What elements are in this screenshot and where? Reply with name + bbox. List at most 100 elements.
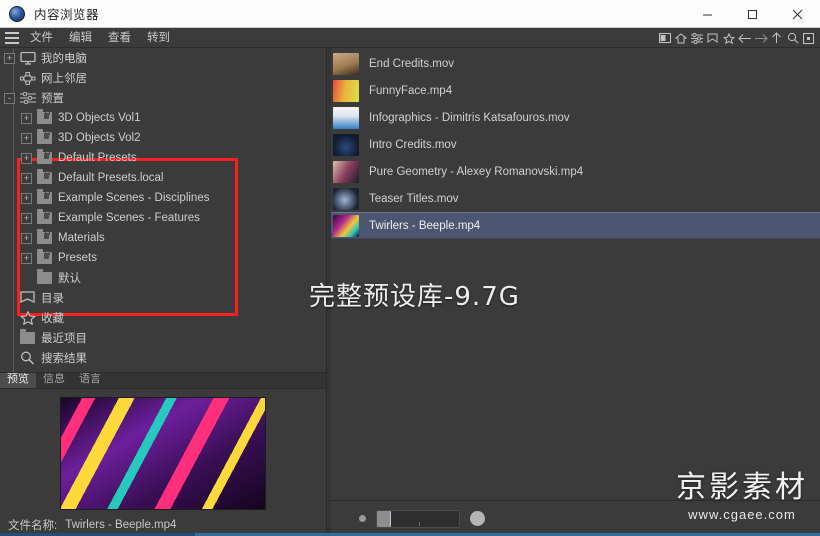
file-name: Teaser Titles.mov	[369, 192, 459, 205]
tree-item-label: 网上邻居	[41, 73, 87, 85]
preview-thumbnail	[60, 397, 266, 510]
tree-item-label: 最近项目	[41, 333, 87, 345]
file-name: Infographics - Dimitris Katsafouros.mov	[369, 111, 570, 124]
tree-item-12[interactable]: 目录	[0, 288, 326, 308]
sliders-icon	[19, 91, 36, 105]
tree-item-label: 目录	[41, 293, 64, 305]
center-box-icon[interactable]	[801, 29, 816, 47]
menu-edit[interactable]: 编辑	[61, 28, 100, 48]
tree-item-label: Example Scenes - Disciplines	[58, 192, 210, 204]
tree-expander[interactable]: +	[21, 152, 32, 164]
tree-item-label: 我的电脑	[41, 53, 87, 65]
tree-expander[interactable]: +	[21, 232, 32, 244]
tree-expander[interactable]: +	[4, 52, 15, 64]
filter-sliders-icon[interactable]	[689, 29, 704, 47]
folder-locked-icon	[36, 209, 53, 225]
watermark-main: 京影素材	[676, 470, 808, 505]
tree-item-7[interactable]: + Example Scenes - Disciplines	[0, 188, 326, 208]
file-row[interactable]: FunnyFace.mp4	[327, 77, 820, 104]
tree-item-4[interactable]: +3D Objects Vol2	[0, 128, 326, 148]
tree-leaf-connector	[4, 73, 15, 84]
menu-file[interactable]: 文件	[22, 28, 61, 48]
preview-panel: 预览 信息 语言 文件名称: Twirlers - Beeple.mp4	[0, 369, 326, 536]
tree-item-6[interactable]: + Default Presets.local	[0, 168, 326, 188]
window-title: 内容浏览器	[34, 8, 100, 22]
tree-expander[interactable]: +	[21, 172, 32, 184]
folder-tree[interactable]: + 我的电脑 网上邻居 - 预置 +3D Objects Vol1 +3D Objects …	[0, 48, 326, 373]
file-name: Pure Geometry - Alexey Romanovski.mp4	[369, 165, 584, 178]
file-row[interactable]: Teaser Titles.mov	[327, 185, 820, 212]
annotation-overlay-text: 完整预设库-9.7G	[309, 282, 520, 312]
tree-item-label: 3D Objects Vol2	[58, 132, 141, 144]
file-row[interactable]: Intro Credits.mov	[327, 131, 820, 158]
tree-leaf-connector	[4, 353, 15, 364]
close-button[interactable]	[775, 0, 820, 28]
tree-item-label: 默认	[58, 273, 81, 285]
star-icon	[19, 311, 36, 325]
menu-view[interactable]: 查看	[100, 28, 139, 48]
home-icon[interactable]	[673, 29, 688, 47]
tree-expander[interactable]: +	[21, 112, 32, 124]
file-row[interactable]: Pure Geometry - Alexey Romanovski.mp4	[327, 158, 820, 185]
tree-item-8[interactable]: + Example Scenes - Features	[0, 208, 326, 228]
tree-item-label: Presets	[58, 252, 97, 264]
filename-label: 文件名称:	[8, 520, 58, 532]
tree-expander[interactable]: -	[4, 92, 15, 104]
slider-tick	[419, 521, 420, 526]
tree-item-15[interactable]: 搜索结果	[0, 348, 326, 368]
preview-tabs[interactable]: 预览 信息 语言	[0, 369, 326, 389]
search-icon[interactable]	[785, 29, 800, 47]
tree-item-13[interactable]: 收藏	[0, 308, 326, 328]
file-row[interactable]: Infographics - Dimitris Katsafouros.mov	[327, 104, 820, 131]
title-bar: 内容浏览器	[0, 0, 820, 28]
tree-item-label: Example Scenes - Features	[58, 212, 200, 224]
folder-locked-icon	[36, 229, 53, 245]
minimize-button[interactable]	[685, 0, 730, 28]
forward-arrow-icon[interactable]	[753, 29, 768, 47]
small-thumbnail-size-icon[interactable]	[359, 515, 366, 522]
tree-item-9[interactable]: + Materials	[0, 228, 326, 248]
maximize-button[interactable]	[730, 0, 775, 28]
tree-item-11[interactable]: 默认	[0, 268, 326, 288]
tree-item-5[interactable]: + Default Presets	[0, 148, 326, 168]
tree-expander[interactable]: +	[21, 252, 32, 264]
sphere-icon	[9, 5, 25, 22]
file-list[interactable]: End Credits.mov FunnyFace.mp4 Infographics…	[327, 48, 820, 500]
tree-item-0[interactable]: + 我的电脑	[0, 48, 326, 68]
filename-value: Twirlers - Beeple.mp4	[65, 519, 177, 531]
tree-item-3[interactable]: +3D Objects Vol1	[0, 108, 326, 128]
tree-item-label: Default Presets.local	[58, 172, 164, 184]
star-icon[interactable]	[721, 29, 736, 47]
folder-locked-icon	[36, 249, 53, 265]
tree-item-label: Default Presets	[58, 152, 137, 164]
file-row[interactable]: End Credits.mov	[327, 50, 820, 77]
toolbar	[657, 28, 816, 48]
tree-item-label: 搜索结果	[41, 353, 87, 365]
folder-icon	[36, 269, 53, 285]
thumbnail-size-slider[interactable]	[376, 509, 460, 528]
large-thumbnail-size-icon[interactable]	[470, 511, 485, 526]
tree-expander[interactable]: +	[21, 212, 32, 224]
file-thumbnail	[333, 52, 359, 75]
tree-leaf-connector	[4, 313, 15, 324]
folder-locked-icon	[36, 109, 53, 125]
folder-locked-icon	[36, 149, 53, 165]
tree-expander[interactable]: +	[21, 192, 32, 204]
tree-item-10[interactable]: + Presets	[0, 248, 326, 268]
folder-locked-icon	[36, 169, 53, 185]
tree-expander[interactable]: +	[21, 132, 32, 144]
menu-goto[interactable]: 转到	[139, 28, 178, 48]
folder-locked-icon	[36, 129, 53, 145]
tree-item-14[interactable]: 最近项目	[0, 328, 326, 348]
back-arrow-icon[interactable]	[737, 29, 752, 47]
hamburger-icon[interactable]	[0, 31, 22, 44]
file-thumbnail	[333, 187, 359, 210]
tree-item-2[interactable]: - 预置	[0, 88, 326, 108]
slider-handle[interactable]	[377, 510, 391, 527]
file-row[interactable]: Twirlers - Beeple.mp4	[327, 212, 820, 239]
window-controls	[685, 0, 820, 28]
bookmark-icon[interactable]	[705, 29, 720, 47]
tree-item-1[interactable]: 网上邻居	[0, 68, 326, 88]
panel-icon[interactable]	[657, 29, 672, 47]
up-arrow-icon[interactable]	[769, 29, 784, 47]
